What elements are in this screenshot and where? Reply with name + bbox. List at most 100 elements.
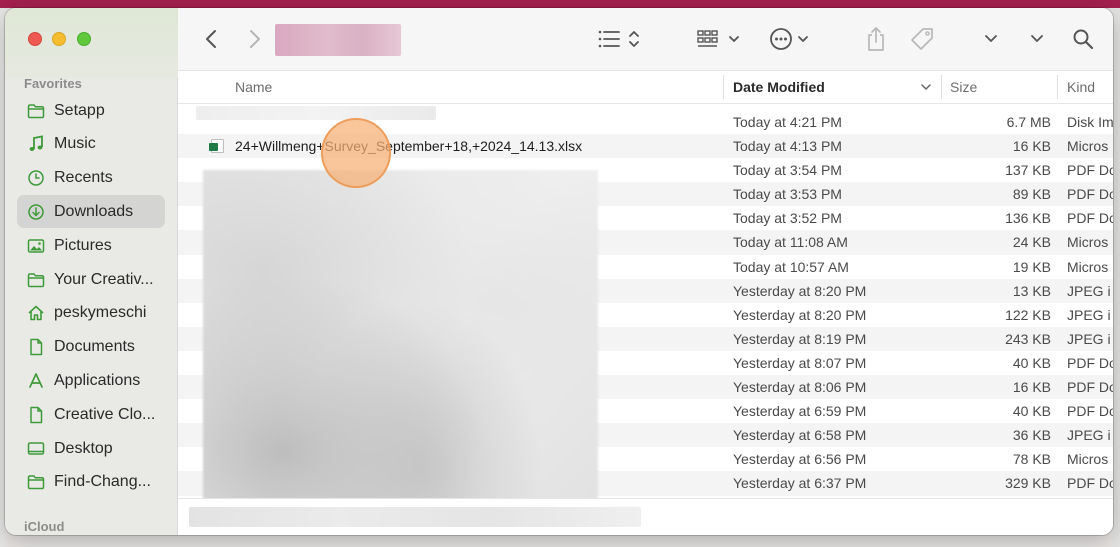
sidebar-item-label: Setapp	[54, 101, 105, 119]
sidebar-item-label: Find-Chang...	[54, 473, 151, 491]
desktop-right-edge	[1113, 8, 1120, 547]
table-row[interactable]: Today at 4:21 PM 6.7 MB Disk Im	[178, 106, 1113, 134]
excel-file-icon	[209, 139, 224, 154]
forward-button[interactable]	[244, 26, 266, 52]
file-name: 24+Willmeng+Survey_September+18,+2024_14…	[235, 138, 583, 155]
file-date-modified: Yesterday at 6:58 PM	[733, 427, 867, 444]
minimize-button[interactable]	[52, 32, 66, 46]
file-kind: Micros	[1067, 258, 1109, 275]
sidebar-item-find-chang[interactable]: Find-Chang...	[17, 466, 165, 499]
file-date-modified: Today at 10:57 AM	[733, 258, 849, 275]
column-divider[interactable]	[941, 75, 942, 99]
chevron-down-icon	[985, 35, 997, 42]
file-date-modified: Today at 4:13 PM	[733, 138, 842, 155]
sidebar-section-icloud: iCloud	[24, 519, 65, 534]
file-size: 16 KB	[1012, 138, 1051, 155]
sidebar-item-setapp[interactable]: Setapp	[17, 94, 165, 127]
file-date-modified: Yesterday at 8:06 PM	[733, 379, 867, 396]
sidebar-item-pictures[interactable]: Pictures	[17, 229, 165, 262]
redacted-file-name	[196, 106, 436, 120]
sidebar-item-label: Desktop	[54, 439, 113, 457]
zoom-button[interactable]	[77, 32, 91, 46]
file-size: 13 KB	[1012, 282, 1051, 299]
sidebar-item-documents[interactable]: Documents	[17, 331, 165, 364]
tag-button[interactable]	[908, 25, 936, 53]
column-date-modified[interactable]: Date Modified	[733, 79, 825, 95]
share-icon	[868, 27, 884, 51]
sort-descending-icon[interactable]	[920, 83, 932, 91]
view-options-button[interactable]	[594, 27, 642, 51]
sidebar-item-label: Documents	[54, 338, 135, 356]
action-menu-button[interactable]	[768, 25, 814, 53]
sidebar-item-desktop[interactable]: Desktop	[17, 432, 165, 465]
column-divider[interactable]	[1057, 75, 1058, 99]
file-kind: JPEG i	[1067, 306, 1111, 323]
file-kind: Micros	[1067, 138, 1109, 155]
path-bar-redacted	[189, 507, 641, 527]
clock-icon	[27, 169, 45, 187]
column-size[interactable]: Size	[950, 79, 977, 95]
more-toolbar-button[interactable]	[983, 30, 999, 48]
file-size: 78 KB	[1012, 451, 1051, 468]
file-kind: PDF Do	[1067, 162, 1113, 179]
file-date-modified: Yesterday at 6:59 PM	[733, 403, 867, 420]
sidebar-item-applications[interactable]: Applications	[17, 364, 165, 397]
column-name[interactable]: Name	[235, 79, 272, 95]
sidebar-item-recents[interactable]: Recents	[17, 162, 165, 195]
file-size: 243 KB	[1005, 330, 1051, 347]
file-size: 24 KB	[1012, 234, 1051, 251]
file-size: 122 KB	[1005, 306, 1051, 323]
close-button[interactable]	[28, 32, 42, 46]
file-kind: Micros	[1067, 234, 1109, 251]
chevron-down-icon	[1031, 35, 1043, 42]
file-date-modified: Yesterday at 8:07 PM	[733, 354, 867, 371]
file-size: 40 KB	[1012, 354, 1051, 371]
back-button[interactable]	[200, 26, 222, 52]
sidebar-item-creative-clo[interactable]: Creative Clo...	[17, 398, 165, 431]
desktop-icon	[27, 440, 45, 458]
column-divider[interactable]	[723, 75, 724, 99]
grid-group-icon	[697, 30, 739, 47]
table-row[interactable]: 24+Willmeng+Survey_September+18,+2024_14…	[178, 134, 1113, 159]
sidebar-item-music[interactable]: Music	[17, 128, 165, 161]
file-date-modified: Yesterday at 8:19 PM	[733, 330, 867, 347]
file-date-modified: Today at 3:53 PM	[733, 186, 842, 203]
path-bar	[178, 498, 1113, 535]
file-kind: PDF Do	[1067, 210, 1113, 227]
file-kind: JPEG i	[1067, 330, 1111, 347]
sidebar-item-downloads[interactable]: Downloads	[17, 195, 165, 229]
file-size: 6.7 MB	[1006, 114, 1051, 130]
music-note-icon	[27, 135, 45, 153]
extra-menu-button[interactable]	[1029, 30, 1045, 48]
group-button[interactable]	[694, 27, 742, 51]
search-button[interactable]	[1070, 26, 1096, 52]
chevron-left-icon	[206, 30, 216, 48]
sidebar: Favorites Setapp Music Recents Downloads Pic…	[5, 8, 178, 535]
click-highlight-indicator	[321, 118, 391, 188]
sidebar-item-label: Downloads	[54, 202, 134, 220]
file-kind: PDF Do	[1067, 354, 1113, 371]
file-kind: PDF Do	[1067, 186, 1113, 203]
file-size: 36 KB	[1012, 427, 1051, 444]
window-title-redacted	[275, 24, 401, 56]
file-date-modified: Yesterday at 8:20 PM	[733, 306, 867, 323]
share-button[interactable]	[864, 24, 888, 54]
sidebar-item-peskymeschi[interactable]: peskymeschi	[17, 297, 165, 330]
home-icon	[27, 304, 45, 322]
sidebar-item-label: peskymeschi	[54, 304, 147, 322]
file-kind: JPEG i	[1067, 427, 1111, 444]
file-size: 19 KB	[1012, 258, 1051, 275]
sidebar-item-label: Music	[54, 135, 96, 153]
document-icon	[27, 338, 45, 356]
folder-icon	[27, 271, 45, 289]
file-size: 40 KB	[1012, 403, 1051, 420]
finder-window: Favorites Setapp Music Recents Downloads Pic…	[5, 8, 1113, 535]
applications-icon	[27, 372, 45, 390]
file-size: 137 KB	[1005, 162, 1051, 179]
column-kind[interactable]: Kind	[1067, 79, 1095, 95]
toolbar	[178, 8, 1113, 71]
file-kind: PDF Do	[1067, 379, 1113, 396]
file-date-modified: Today at 4:21 PM	[733, 114, 842, 130]
sidebar-item-your-creativ[interactable]: Your Creativ...	[17, 263, 165, 296]
file-size: 16 KB	[1012, 379, 1051, 396]
